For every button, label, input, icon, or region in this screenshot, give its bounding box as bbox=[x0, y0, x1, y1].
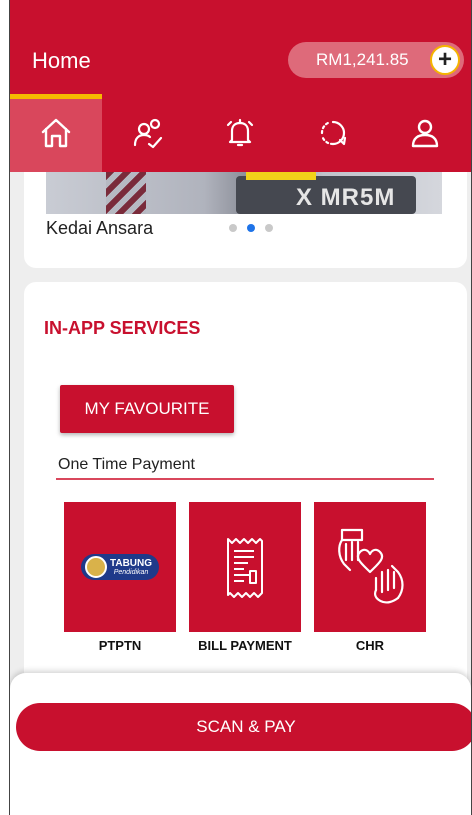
carousel-dot[interactable] bbox=[229, 224, 237, 232]
in-app-services-card: IN-APP SERVICES MY FAVOURITE One Time Pa… bbox=[24, 282, 467, 702]
logo-subtext: Pendidikan bbox=[113, 568, 149, 576]
logo-text: TABUNG bbox=[110, 557, 153, 569]
tile-box[interactable] bbox=[314, 502, 426, 632]
section-title: IN-APP SERVICES bbox=[44, 318, 201, 338]
service-tile-bill-payment[interactable]: BILL PAYMENT bbox=[189, 502, 301, 653]
heart-hands-icon bbox=[338, 528, 404, 604]
banner-stripe-decor bbox=[106, 172, 146, 214]
bottom-sheet: SCAN & PAY bbox=[10, 673, 471, 815]
tab-home[interactable] bbox=[10, 94, 103, 172]
tile-box[interactable] bbox=[189, 502, 301, 632]
app-screen: Home RM1,241.85 + X MR5M Kedai Ansara IN… bbox=[9, 0, 472, 815]
app-header: Home RM1,241.85 + bbox=[10, 0, 471, 94]
promo-banner-card[interactable]: X MR5M Kedai Ansara bbox=[24, 172, 467, 268]
banner-caption: Kedai Ansara bbox=[46, 218, 154, 238]
banner-tag-decor bbox=[246, 172, 316, 180]
page-title: Home bbox=[32, 48, 91, 73]
my-favourite-button[interactable]: MY FAVOURITE bbox=[60, 385, 234, 433]
carousel-dot-active[interactable] bbox=[247, 224, 255, 232]
tile-label: BILL PAYMENT bbox=[198, 638, 292, 653]
refresh-history-icon bbox=[320, 120, 346, 146]
users-check-icon bbox=[134, 118, 163, 149]
carousel-indicator bbox=[229, 224, 273, 232]
bell-icon bbox=[227, 118, 254, 147]
wallet-balance-pill[interactable]: RM1,241.85 + bbox=[288, 42, 464, 78]
service-tile-ptptn[interactable]: TABUNG Pendidikan PTPTN bbox=[64, 502, 176, 653]
tab-contacts[interactable] bbox=[102, 94, 194, 172]
main-nav bbox=[10, 94, 471, 172]
one-time-payment-label[interactable]: One Time Payment bbox=[58, 456, 195, 474]
tab-profile[interactable] bbox=[379, 94, 471, 172]
tab-history[interactable] bbox=[287, 94, 379, 172]
service-tile-chr[interactable]: CHR bbox=[314, 502, 426, 653]
tabung-pendidikan-logo: TABUNG Pendidikan bbox=[81, 554, 159, 580]
banner-image[interactable]: X MR5M bbox=[46, 172, 442, 214]
section-underline bbox=[56, 478, 434, 480]
tab-notifications[interactable] bbox=[194, 94, 286, 172]
banner-plate: X MR5M bbox=[236, 176, 416, 214]
balance-amount: RM1,241.85 bbox=[316, 50, 409, 69]
tile-box[interactable]: TABUNG Pendidikan bbox=[64, 502, 176, 632]
carousel-dot[interactable] bbox=[265, 224, 273, 232]
ptptn-seal-icon bbox=[85, 556, 107, 578]
plus-icon: + bbox=[437, 46, 452, 73]
receipt-icon bbox=[227, 538, 263, 598]
scan-and-pay-button[interactable]: SCAN & PAY bbox=[16, 703, 471, 751]
add-money-button[interactable]: + bbox=[430, 45, 460, 75]
home-icon bbox=[41, 118, 71, 148]
tile-label: CHR bbox=[355, 638, 385, 653]
user-icon bbox=[411, 119, 439, 148]
tile-label: PTPTN bbox=[98, 638, 142, 653]
service-tiles: TABUNG Pendidikan PTPTN BILL PAYMENT CHR bbox=[64, 502, 426, 653]
